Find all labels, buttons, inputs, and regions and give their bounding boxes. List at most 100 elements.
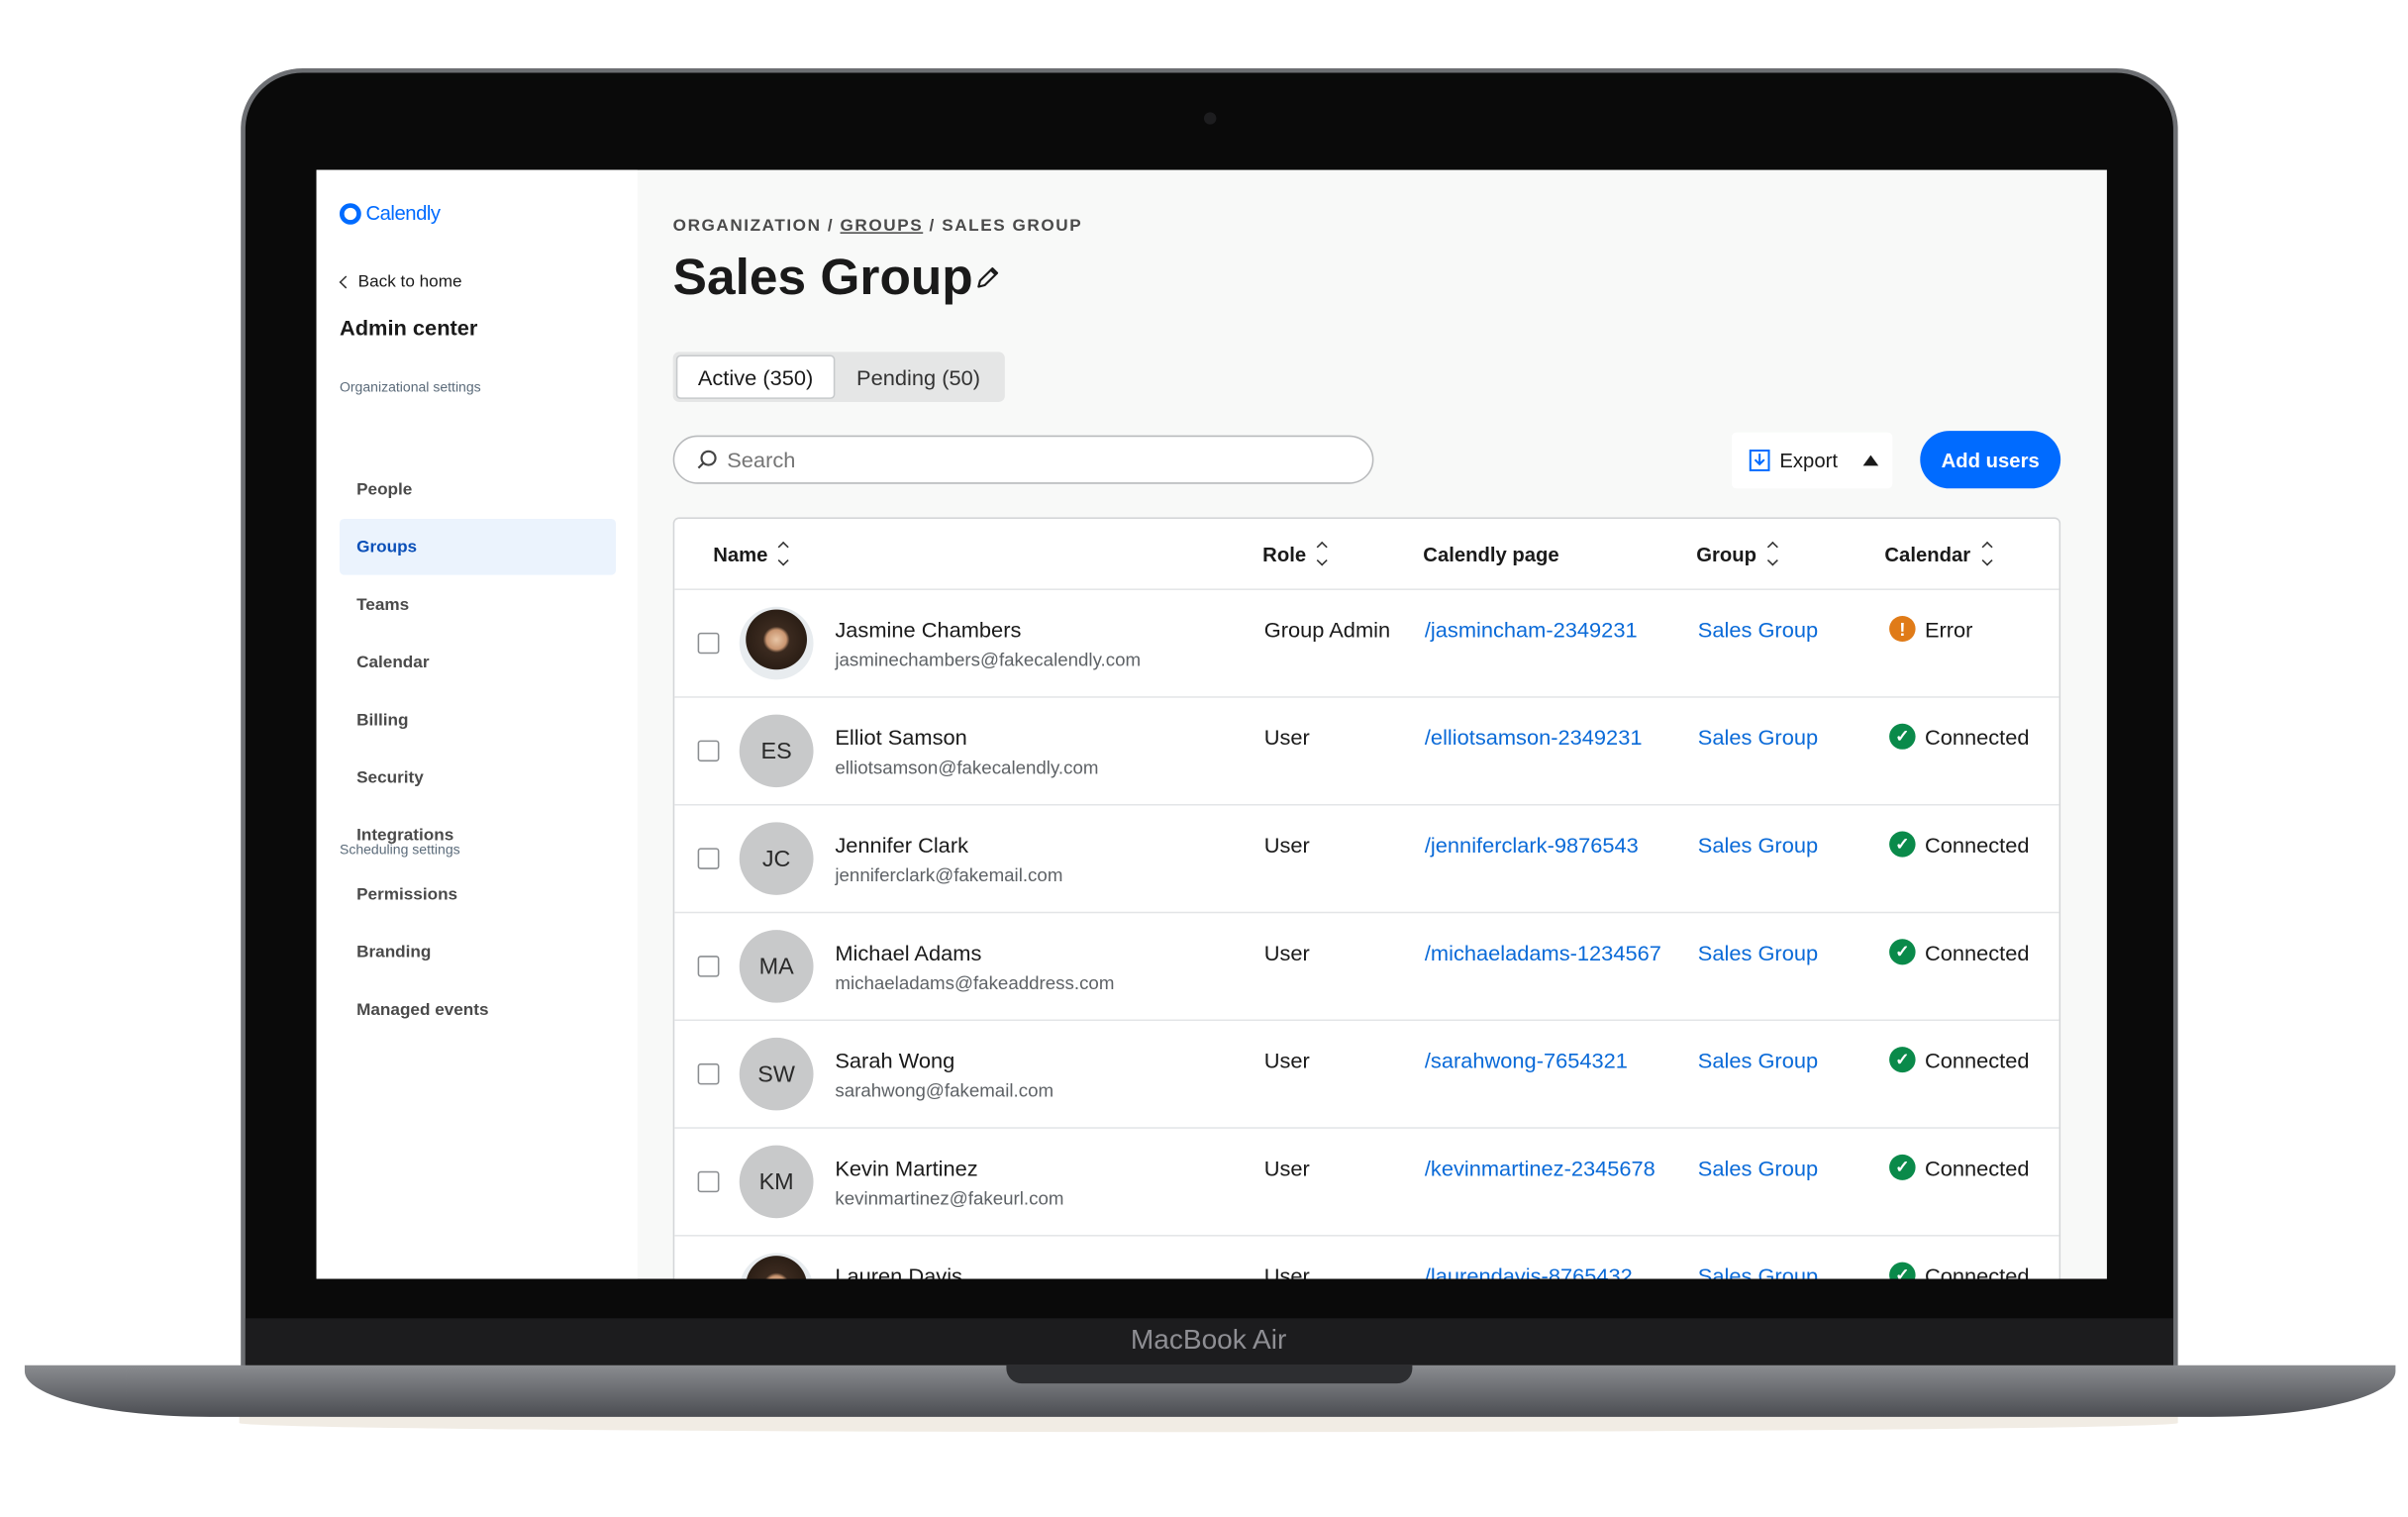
row-checkbox[interactable] bbox=[697, 848, 720, 869]
row-checkbox[interactable] bbox=[697, 632, 720, 655]
group-link[interactable]: Sales Group bbox=[1698, 941, 1818, 965]
calendly-page-link[interactable]: /jenniferclark-9876543 bbox=[1425, 833, 1639, 858]
edit-pencil-icon[interactable] bbox=[975, 265, 1000, 290]
calendly-page-link[interactable]: /elliotsamson-2349231 bbox=[1425, 725, 1643, 750]
sidebar-item-calendar[interactable]: Calendar bbox=[340, 634, 616, 690]
back-to-home-link[interactable]: Back to home bbox=[339, 272, 462, 292]
sidebar: Calendly Back to home Admin center Organ… bbox=[316, 169, 638, 1279]
sidebar-item-permissions[interactable]: Permissions bbox=[340, 866, 616, 923]
tab-active[interactable]: Active (350) bbox=[675, 354, 836, 399]
calendar-status-label: Connected bbox=[1924, 940, 2030, 964]
sidebar-item-branding[interactable]: Branding bbox=[340, 924, 616, 980]
breadcrumb-separator: / bbox=[827, 217, 835, 236]
user-name: Kevin Martinez bbox=[835, 1156, 978, 1180]
main-content: ORGANIZATION / GROUPS / SALES GROUP Sale… bbox=[672, 170, 2107, 1279]
user-role: User bbox=[1263, 833, 1310, 858]
table-row[interactable]: SW Sarah Wong sarahwong@fakemail.com Use… bbox=[674, 1021, 2059, 1129]
user-name: Michael Adams bbox=[835, 940, 982, 965]
check-circle-icon: ✓ bbox=[1889, 831, 1916, 858]
check-circle-icon: ✓ bbox=[1889, 1262, 1916, 1279]
user-name: Jennifer Clark bbox=[835, 833, 969, 858]
table-row[interactable]: ES Elliot Samson elliotsamson@fakecalend… bbox=[674, 698, 2059, 806]
user-email: jenniferclark@fakemail.com bbox=[835, 864, 1063, 886]
sidebar-item-groups[interactable]: Groups bbox=[339, 518, 617, 575]
calendar-status: ✓ Connected bbox=[1889, 723, 2030, 750]
breadcrumb-groups-link[interactable]: GROUPS bbox=[841, 217, 924, 235]
calendly-page-link[interactable]: /jasmincham-2349231 bbox=[1425, 618, 1638, 643]
download-icon bbox=[1749, 450, 1770, 471]
column-header-name[interactable]: Name bbox=[713, 519, 790, 588]
user-name: Sarah Wong bbox=[835, 1048, 955, 1073]
user-name: Jasmine Chambers bbox=[835, 617, 1022, 643]
calendly-page-link[interactable]: /laurendavis-8765432 bbox=[1425, 1264, 1633, 1278]
status-tabs: Active (350) Pending (50) bbox=[672, 352, 1005, 402]
sidebar-item-security[interactable]: Security bbox=[340, 750, 616, 806]
check-circle-icon: ✓ bbox=[1889, 723, 1916, 750]
chevron-left-icon bbox=[339, 275, 352, 289]
avatar: MA bbox=[739, 930, 814, 1003]
group-link[interactable]: Sales Group bbox=[1698, 725, 1818, 750]
user-email: elliotsamson@fakecalendly.com bbox=[835, 757, 1099, 778]
back-label: Back to home bbox=[357, 272, 462, 292]
users-table: Name Role Calendly page Group Calendar J… bbox=[672, 517, 2061, 1279]
user-role: User bbox=[1263, 1048, 1310, 1073]
row-checkbox[interactable] bbox=[697, 1062, 720, 1085]
table-row[interactable]: MA Michael Adams michaeladams@fakeaddres… bbox=[674, 913, 2059, 1022]
table-row[interactable]: Jasmine Chambers jasminechambers@fakecal… bbox=[674, 590, 2059, 698]
sidebar-item-billing[interactable]: Billing bbox=[340, 692, 616, 749]
group-link[interactable]: Sales Group bbox=[1698, 833, 1818, 858]
row-checkbox[interactable] bbox=[697, 740, 720, 762]
add-users-button[interactable]: Add users bbox=[1920, 431, 2061, 489]
group-link[interactable]: Sales Group bbox=[1698, 1264, 1818, 1278]
calendar-status-label: Error bbox=[1924, 616, 1973, 642]
group-link[interactable]: Sales Group bbox=[1698, 1156, 1818, 1180]
column-header-calendar[interactable]: Calendar bbox=[1884, 519, 1993, 588]
header-group-label: Group bbox=[1696, 542, 1757, 565]
calendly-page-link[interactable]: /kevinmartinez-2345678 bbox=[1425, 1156, 1656, 1180]
admin-center-heading: Admin center bbox=[339, 315, 478, 341]
sort-icon bbox=[1316, 541, 1328, 566]
group-link[interactable]: Sales Group bbox=[1698, 618, 1818, 643]
check-circle-icon: ✓ bbox=[1889, 939, 1916, 965]
laptop-notch bbox=[1006, 1365, 1413, 1384]
column-header-group[interactable]: Group bbox=[1696, 519, 1778, 588]
calendar-status-label: Connected bbox=[1924, 1263, 2030, 1279]
calendar-status: ✓ Connected bbox=[1889, 939, 2030, 965]
avatar bbox=[739, 606, 814, 680]
avatar: SW bbox=[739, 1037, 814, 1111]
column-header-role[interactable]: Role bbox=[1262, 519, 1328, 588]
user-email: jasminechambers@fakecalendly.com bbox=[835, 649, 1142, 671]
sidebar-item-managed-events[interactable]: Managed events bbox=[340, 981, 616, 1038]
sidebar-item-people[interactable]: People bbox=[340, 461, 616, 518]
calendar-status-label: Connected bbox=[1924, 1155, 2030, 1180]
error-icon: ! bbox=[1889, 615, 1916, 643]
sort-icon bbox=[1766, 541, 1778, 566]
tab-pending[interactable]: Pending (50) bbox=[835, 354, 1001, 398]
page-title: Sales Group bbox=[672, 249, 973, 305]
user-email: michaeladams@fakeaddress.com bbox=[835, 972, 1115, 994]
sidebar-item-teams[interactable]: Teams bbox=[340, 576, 616, 633]
export-button[interactable]: Export bbox=[1732, 432, 1893, 489]
calendar-status: ✓ Connected bbox=[1889, 831, 2030, 858]
user-name: Lauren Davis bbox=[835, 1264, 962, 1279]
table-row[interactable]: KM Kevin Martinez kevinmartinez@fakeurl.… bbox=[674, 1129, 2059, 1237]
user-role: User bbox=[1263, 1264, 1310, 1279]
breadcrumb-separator: / bbox=[929, 217, 936, 236]
check-circle-icon: ✓ bbox=[1889, 1047, 1916, 1073]
calendly-logo[interactable]: Calendly bbox=[339, 202, 441, 225]
calendly-page-link[interactable]: /michaeladams-1234567 bbox=[1425, 941, 1661, 965]
row-checkbox[interactable] bbox=[697, 956, 720, 977]
table-row[interactable]: Lauren Davis User /laurendavis-8765432 S… bbox=[674, 1237, 2058, 1279]
group-link[interactable]: Sales Group bbox=[1698, 1049, 1818, 1073]
calendly-page-link[interactable]: /sarahwong-7654321 bbox=[1425, 1049, 1628, 1073]
calendly-logo-icon bbox=[339, 202, 361, 224]
calendar-status: ✓ Connected bbox=[1889, 1154, 2030, 1180]
search-input[interactable] bbox=[727, 447, 1314, 472]
scheduling-settings-label: Scheduling settings bbox=[339, 842, 460, 858]
calendar-status: ! Error bbox=[1889, 615, 1973, 643]
calendar-status-label: Connected bbox=[1924, 724, 2030, 750]
search-icon bbox=[697, 450, 717, 469]
calendar-status-label: Connected bbox=[1924, 1047, 2030, 1072]
table-row[interactable]: JC Jennifer Clark jenniferclark@fakemail… bbox=[674, 805, 2059, 914]
row-checkbox[interactable] bbox=[697, 1170, 720, 1193]
